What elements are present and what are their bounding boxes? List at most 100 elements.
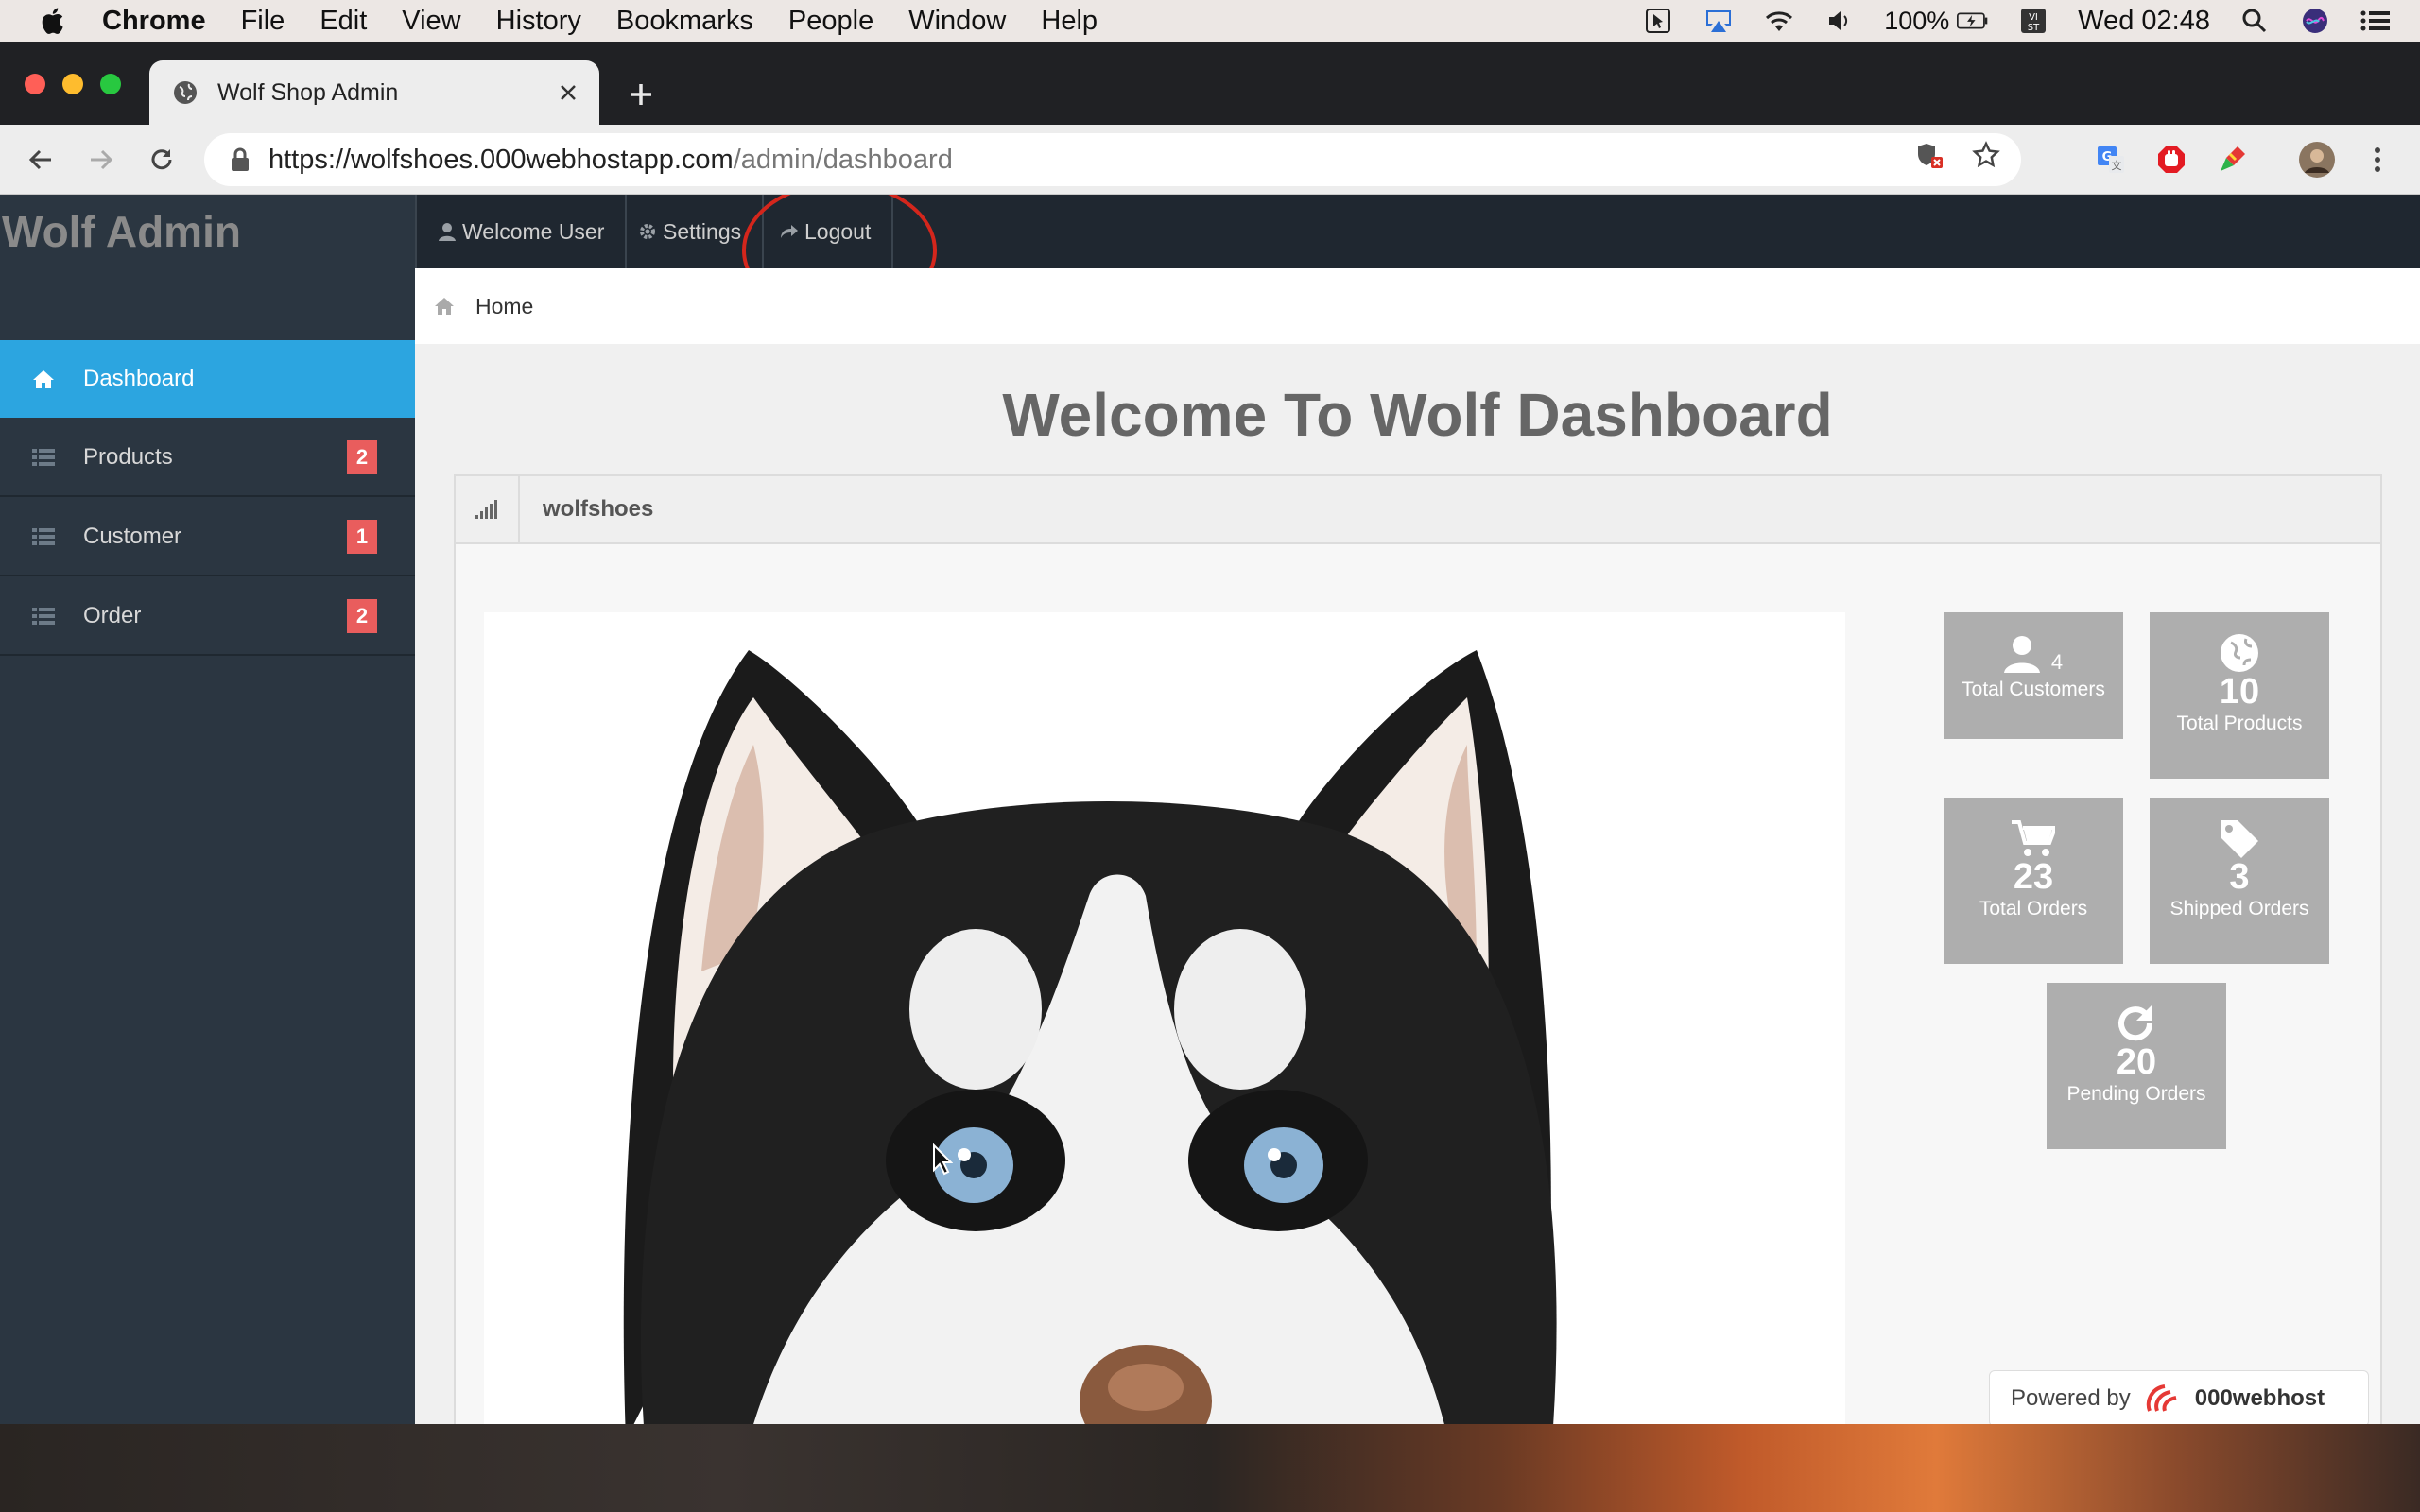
list-icon bbox=[32, 528, 55, 545]
nav-welcome-label: Welcome User bbox=[462, 218, 605, 244]
stat-value: 23 bbox=[2013, 857, 2054, 897]
user-icon bbox=[2003, 636, 2040, 673]
apple-logo-icon[interactable] bbox=[38, 5, 70, 37]
macos-menu-bar: Chrome File Edit View History Bookmarks … bbox=[0, 0, 2420, 42]
powered-by-host: 000webhost bbox=[2194, 1385, 2325, 1411]
breadcrumb-home[interactable]: Home bbox=[475, 294, 533, 319]
nav-welcome-user[interactable]: Welcome User bbox=[417, 195, 628, 268]
top-navbar: Welcome User Settings Logout bbox=[415, 195, 2420, 268]
siri-icon[interactable] bbox=[2299, 7, 2331, 35]
stat-value: 20 bbox=[2116, 1042, 2157, 1082]
shopping-cart-icon bbox=[2012, 820, 2055, 856]
refresh-icon bbox=[2118, 1005, 2153, 1041]
menu-history[interactable]: History bbox=[496, 6, 581, 37]
brand-title[interactable]: Wolf Admin bbox=[2, 206, 241, 257]
stat-total-products[interactable]: 10 Total Products bbox=[2150, 612, 2329, 779]
stat-label: Total Products bbox=[2176, 713, 2303, 734]
husky-image bbox=[484, 612, 1845, 1424]
sidebar-item-label: Order bbox=[83, 603, 142, 628]
mouse-cursor-icon bbox=[933, 1143, 953, 1176]
menu-clock[interactable]: Wed 02:48 bbox=[2078, 6, 2210, 37]
sidebar-item-label: Products bbox=[83, 444, 173, 470]
spotlight-search-icon[interactable] bbox=[2238, 7, 2271, 35]
menu-bookmarks[interactable]: Bookmarks bbox=[616, 6, 753, 37]
tab-title: Wolf Shop Admin bbox=[217, 78, 399, 106]
sidebar-item-label: Dashboard bbox=[83, 366, 195, 391]
back-button[interactable] bbox=[21, 140, 60, 180]
dashboard-panel: wolfshoes 4 Total Customers 10 Total Pro… bbox=[454, 474, 2382, 1424]
menu-file[interactable]: File bbox=[241, 6, 285, 37]
volume-icon[interactable] bbox=[1824, 7, 1856, 35]
sidebar-item-dashboard[interactable]: Dashboard bbox=[0, 340, 415, 418]
profile-avatar[interactable] bbox=[2297, 140, 2337, 180]
desktop-wallpaper bbox=[0, 1424, 2420, 1512]
home-icon bbox=[435, 298, 454, 315]
sidebar-item-customer[interactable]: Customer 1 bbox=[0, 499, 415, 576]
menu-app-name[interactable]: Chrome bbox=[102, 6, 206, 37]
battery-percent: 100% bbox=[1884, 6, 1950, 35]
sidebar-item-label: Customer bbox=[83, 524, 182, 549]
tab-close-icon[interactable] bbox=[554, 78, 582, 107]
window-zoom-button[interactable] bbox=[100, 74, 121, 94]
panel-title: wolfshoes bbox=[543, 496, 654, 522]
reload-button[interactable] bbox=[142, 140, 182, 180]
menu-window[interactable]: Window bbox=[908, 6, 1006, 37]
powered-by-label: Powered by bbox=[2011, 1385, 2131, 1411]
window-minimize-button[interactable] bbox=[62, 74, 83, 94]
stat-value: 4 bbox=[2050, 650, 2064, 674]
menu-help[interactable]: Help bbox=[1041, 6, 1098, 37]
battery-icon[interactable] bbox=[1957, 7, 1989, 35]
page-title: Welcome To Wolf Dashboard bbox=[1002, 381, 1833, 449]
cursor-tool-icon[interactable] bbox=[1642, 7, 1674, 35]
svg-text:VI: VI bbox=[2029, 12, 2038, 23]
menu-view[interactable]: View bbox=[402, 6, 460, 37]
order-count-badge: 2 bbox=[347, 599, 377, 633]
bookmark-star-icon[interactable] bbox=[1972, 141, 2000, 174]
wifi-icon[interactable] bbox=[1763, 7, 1795, 35]
customer-count-badge: 1 bbox=[347, 520, 377, 554]
stat-label: Pending Orders bbox=[2066, 1083, 2206, 1105]
forward-button[interactable] bbox=[81, 140, 121, 180]
blocked-content-icon[interactable] bbox=[1915, 141, 1944, 174]
globe-icon bbox=[2221, 634, 2258, 672]
input-source-icon[interactable]: VI ST bbox=[2017, 7, 2049, 35]
sidebar-item-products[interactable]: Products 2 bbox=[0, 420, 415, 497]
svg-text:ST: ST bbox=[2028, 23, 2040, 33]
color-pen-extension-icon[interactable] bbox=[2212, 140, 2252, 180]
signal-bars-icon bbox=[456, 475, 520, 543]
google-translate-extension-icon[interactable]: G文 bbox=[2091, 140, 2131, 180]
browser-toolbar: https://wolfshoes.000webhostapp.com/admi… bbox=[0, 125, 2420, 195]
stat-total-customers[interactable]: 4 Total Customers bbox=[1944, 612, 2123, 739]
svg-text:文: 文 bbox=[2112, 159, 2122, 172]
breadcrumb: Home bbox=[415, 268, 2420, 344]
web-page: Wolf Admin Dashboard Products 2 Customer… bbox=[0, 195, 2420, 1424]
adblock-extension-icon[interactable] bbox=[2152, 140, 2191, 180]
sidebar-item-order[interactable]: Order 2 bbox=[0, 578, 415, 656]
stat-total-orders[interactable]: 23 Total Orders bbox=[1944, 798, 2123, 964]
stat-label: Shipped Orders bbox=[2169, 898, 2309, 919]
stat-pending-orders[interactable]: 20 Pending Orders bbox=[2047, 983, 2226, 1149]
panel-header: wolfshoes bbox=[456, 475, 2380, 544]
menu-edit[interactable]: Edit bbox=[320, 6, 367, 37]
stat-shipped-orders[interactable]: 3 Shipped Orders bbox=[2150, 798, 2329, 964]
products-count-badge: 2 bbox=[347, 440, 377, 474]
notification-center-icon[interactable] bbox=[2360, 7, 2392, 35]
000webhost-logo-icon bbox=[2146, 1384, 2177, 1412]
user-icon bbox=[439, 223, 456, 241]
airplay-icon[interactable] bbox=[1703, 7, 1735, 35]
list-icon bbox=[32, 449, 55, 466]
address-bar[interactable]: https://wolfshoes.000webhostapp.com/admi… bbox=[204, 133, 2021, 186]
globe-favicon-icon bbox=[174, 81, 197, 104]
powered-by-badge[interactable]: Powered by 000webhost bbox=[1989, 1370, 2369, 1424]
window-close-button[interactable] bbox=[25, 74, 45, 94]
stat-label: Total Orders bbox=[1979, 898, 2088, 919]
url-text[interactable]: https://wolfshoes.000webhostapp.com/admi… bbox=[268, 145, 953, 176]
lock-icon[interactable] bbox=[229, 146, 251, 173]
home-icon bbox=[33, 370, 54, 388]
menu-people[interactable]: People bbox=[788, 6, 873, 37]
new-tab-button[interactable] bbox=[620, 74, 662, 115]
gear-icon bbox=[640, 224, 655, 239]
stat-value: 3 bbox=[2229, 857, 2250, 897]
browser-tab[interactable]: Wolf Shop Admin bbox=[149, 60, 599, 125]
chrome-menu-icon[interactable] bbox=[2358, 140, 2397, 180]
